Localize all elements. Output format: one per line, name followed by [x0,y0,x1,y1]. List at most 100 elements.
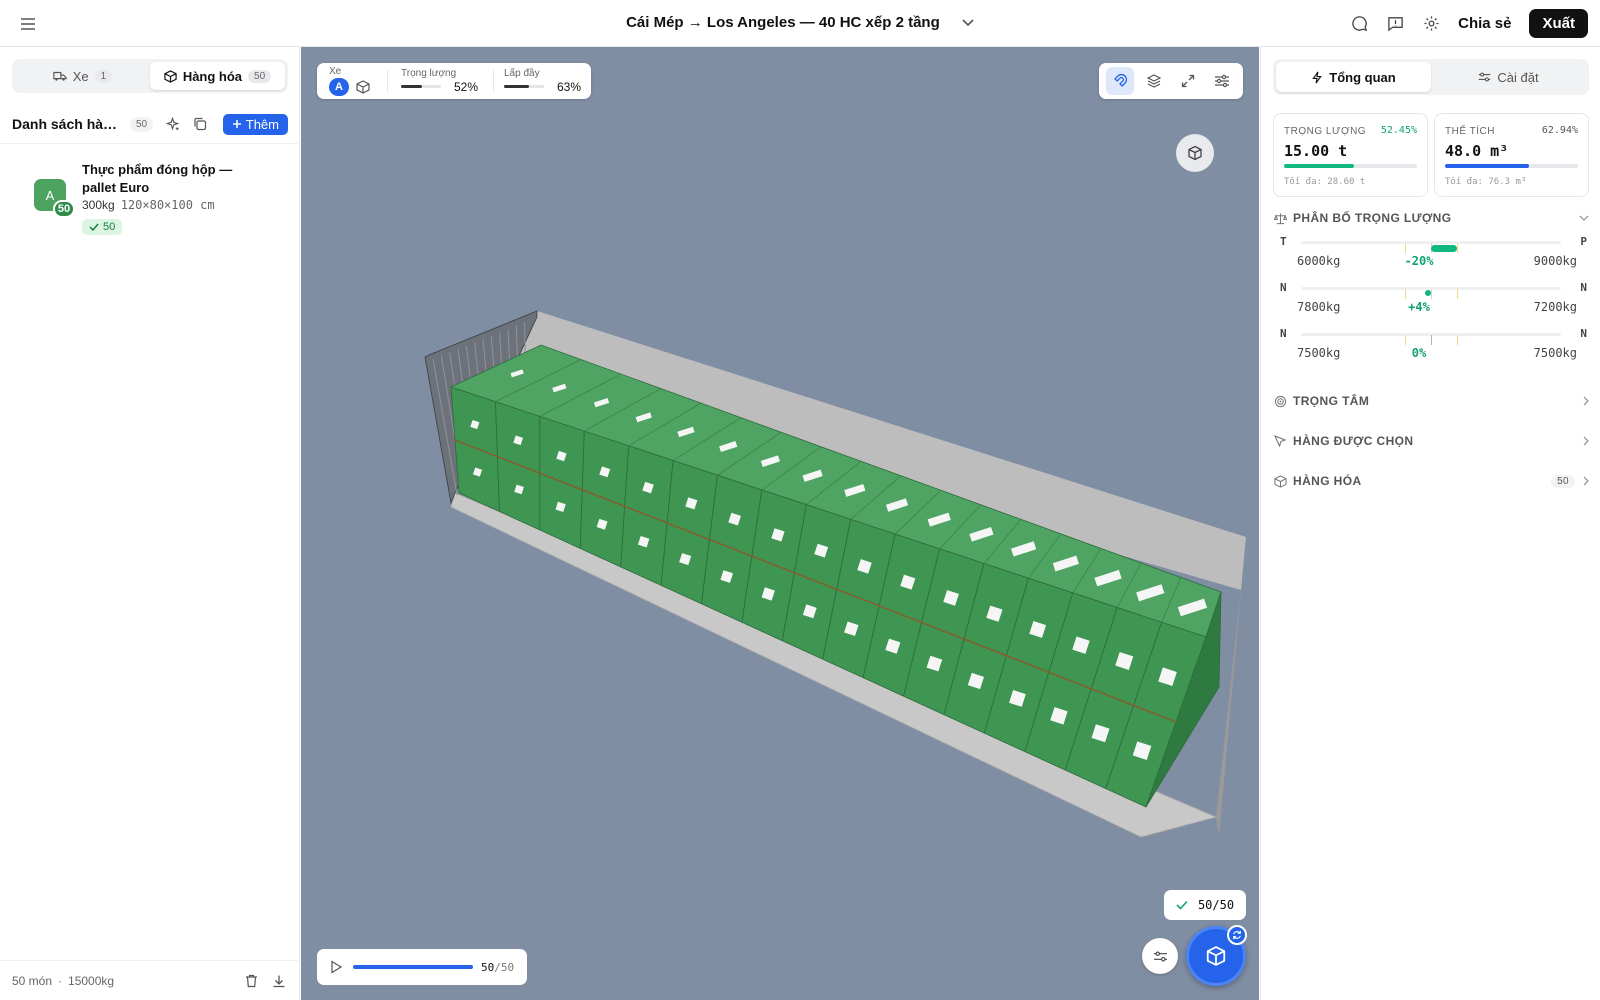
check-icon [1176,900,1188,910]
placed-count: 50 [103,221,116,233]
top-header: Cái Mép → Los Angeles — 40 HC xếp 2 tầng… [0,0,1600,47]
download-icon[interactable] [270,972,288,990]
tab-cargo[interactable]: Hàng hóa 50 [150,62,285,90]
share-button[interactable]: Chia sẻ [1458,15,1511,32]
volume-card: THỂ TÍCH 62.94% 48.0 m³ Tối đa: 76.3 m³ [1434,113,1589,197]
feedback-icon[interactable] [1386,15,1404,33]
chevron-right-icon[interactable] [1583,436,1589,446]
right-tabs: Tổng quan Cài đặt [1273,59,1589,95]
section-center-of-gravity[interactable]: TRỌNG TÂM [1273,392,1589,410]
target-icon [1273,394,1287,408]
volume-card-bar [1445,164,1578,168]
center-tick [1431,289,1432,299]
placed-badge: 50 [82,219,123,235]
expand-icon[interactable] [1174,67,1202,95]
cargo-dims: 120×80×100 cm [120,198,215,212]
duplicate-icon[interactable] [191,115,209,133]
section-selected-item[interactable]: HÀNG ĐƯỢC CHỌN [1273,432,1589,450]
row-left-label: N [1280,281,1287,294]
volume-card-value: 48.0 m³ [1445,142,1509,160]
chevron-down-icon[interactable] [962,19,974,27]
weight-card-value: 15.00 t [1284,142,1348,160]
weight-card: TRỌNG LƯỢNG 52.45% 15.00 t Tối đa: 28.60… [1273,113,1428,197]
gear-icon[interactable] [1422,15,1440,33]
placement-progress: 50/50 [1164,890,1246,920]
list-divider [0,143,300,144]
add-cargo-button[interactable]: Thêm [222,113,288,135]
vehicle-label: Xe [329,66,342,77]
scale-icon [1273,211,1287,225]
3d-viewport[interactable]: Xe A Trọng lượng 52% Lấp đầy 63% 50/50 5… [301,47,1259,1000]
truck-icon [53,70,67,82]
filter-button[interactable] [1142,938,1178,974]
playback-bar: 50/50 [317,949,527,985]
tolerance-tick [1405,335,1406,345]
placement-progress-value: 50/50 [1197,898,1235,912]
row-delta: 0% [1411,346,1427,360]
playback-track[interactable] [353,965,473,969]
row-right-value: 7200kg [1533,300,1577,314]
chevron-right-icon[interactable] [1583,476,1589,486]
tab-vehicles[interactable]: Xe 1 [15,62,150,90]
list-header: Danh sách hàng hóa 50 Thêm [12,111,288,137]
list-item[interactable]: A 50 Thực phẩm đóng hộp — pallet Euro 30… [12,153,288,243]
header-actions: Chia sẻ Xuất [1350,9,1588,38]
section-title: TRỌNG TÂM [1293,394,1370,408]
fill-stat-label: Lấp đầy [504,68,540,79]
sparkle-icon[interactable] [163,115,181,133]
cargo-count-badge: 50 [53,200,75,218]
right-panel: Tổng quan Cài đặt TRỌNG LƯỢNG 52.45% 15.… [1260,47,1600,1000]
row-delta: -20% [1404,254,1434,268]
tab-overview[interactable]: Tổng quan [1276,62,1431,92]
center-tick [1431,335,1432,345]
cargo-avatar: A 50 [34,179,75,218]
sliders-icon[interactable] [1208,67,1236,95]
stats-separator [493,70,494,92]
trash-icon[interactable] [242,972,260,990]
vehicle-chip[interactable]: A [329,78,349,96]
cube-icon [1187,145,1203,161]
distribution-row-front-back: N N 7800kg +4% 7200kg [1273,281,1589,321]
list-title: Danh sách hàng hóa [12,116,120,132]
fill-stat-bar [504,85,544,88]
chat-icon[interactable] [1350,15,1368,33]
list-count: 50 [130,116,154,132]
cube-icon[interactable] [356,80,370,94]
cargo-name: Thực phẩm đóng hộp — pallet Euro [82,162,233,195]
row-left-value: 6000kg [1297,254,1341,268]
left-tabs: Xe 1 Hàng hóa 50 [12,59,288,93]
chevron-down-icon[interactable] [1579,215,1589,221]
tolerance-tick [1405,289,1406,299]
playback-total: /50 [494,960,515,974]
page-title-text: Cái Mép → Los Angeles — 40 HC xếp 2 tầng [626,14,940,31]
volume-card-fill [1445,164,1529,168]
export-button[interactable]: Xuất [1529,9,1588,38]
tolerance-tick [1405,243,1406,253]
weight-card-max: Tối đa: 28.60 t [1284,177,1366,187]
tab-settings[interactable]: Cài đặt [1431,62,1586,92]
sliders-icon [1153,950,1168,963]
auto-pack-button[interactable] [1186,925,1247,986]
row-delta: +4% [1408,300,1430,314]
footer-item-count: 50 món [12,973,53,988]
play-icon[interactable] [329,960,343,974]
section-cargo[interactable]: HÀNG HÓA 50 [1273,472,1589,490]
view-cube-button[interactable] [1176,134,1214,172]
fill-stat-fill [504,85,530,88]
layers-icon[interactable] [1140,67,1168,95]
weight-stat-value: 52% [454,80,479,94]
distribution-row-left-right: T P 6000kg -20% 9000kg [1273,235,1589,275]
row-left-label: T [1280,235,1287,248]
row-right-label: P [1580,235,1587,248]
section-title: HÀNG ĐƯỢC CHỌN [1293,434,1414,448]
distribution-track [1301,287,1561,299]
section-title: PHÂN BỐ TRỌNG LƯỢNG [1293,211,1452,225]
chevron-right-icon[interactable] [1583,396,1589,406]
magnet-icon[interactable] [1106,67,1134,95]
section-weight-distribution[interactable]: PHÂN BỐ TRỌNG LƯỢNG [1273,209,1589,227]
volume-card-pct: 62.94% [1541,125,1578,136]
refresh-icon[interactable] [1227,925,1247,945]
container-scene[interactable] [301,47,1259,1000]
stats-separator [387,70,388,92]
row-right-value: 9000kg [1533,254,1577,268]
